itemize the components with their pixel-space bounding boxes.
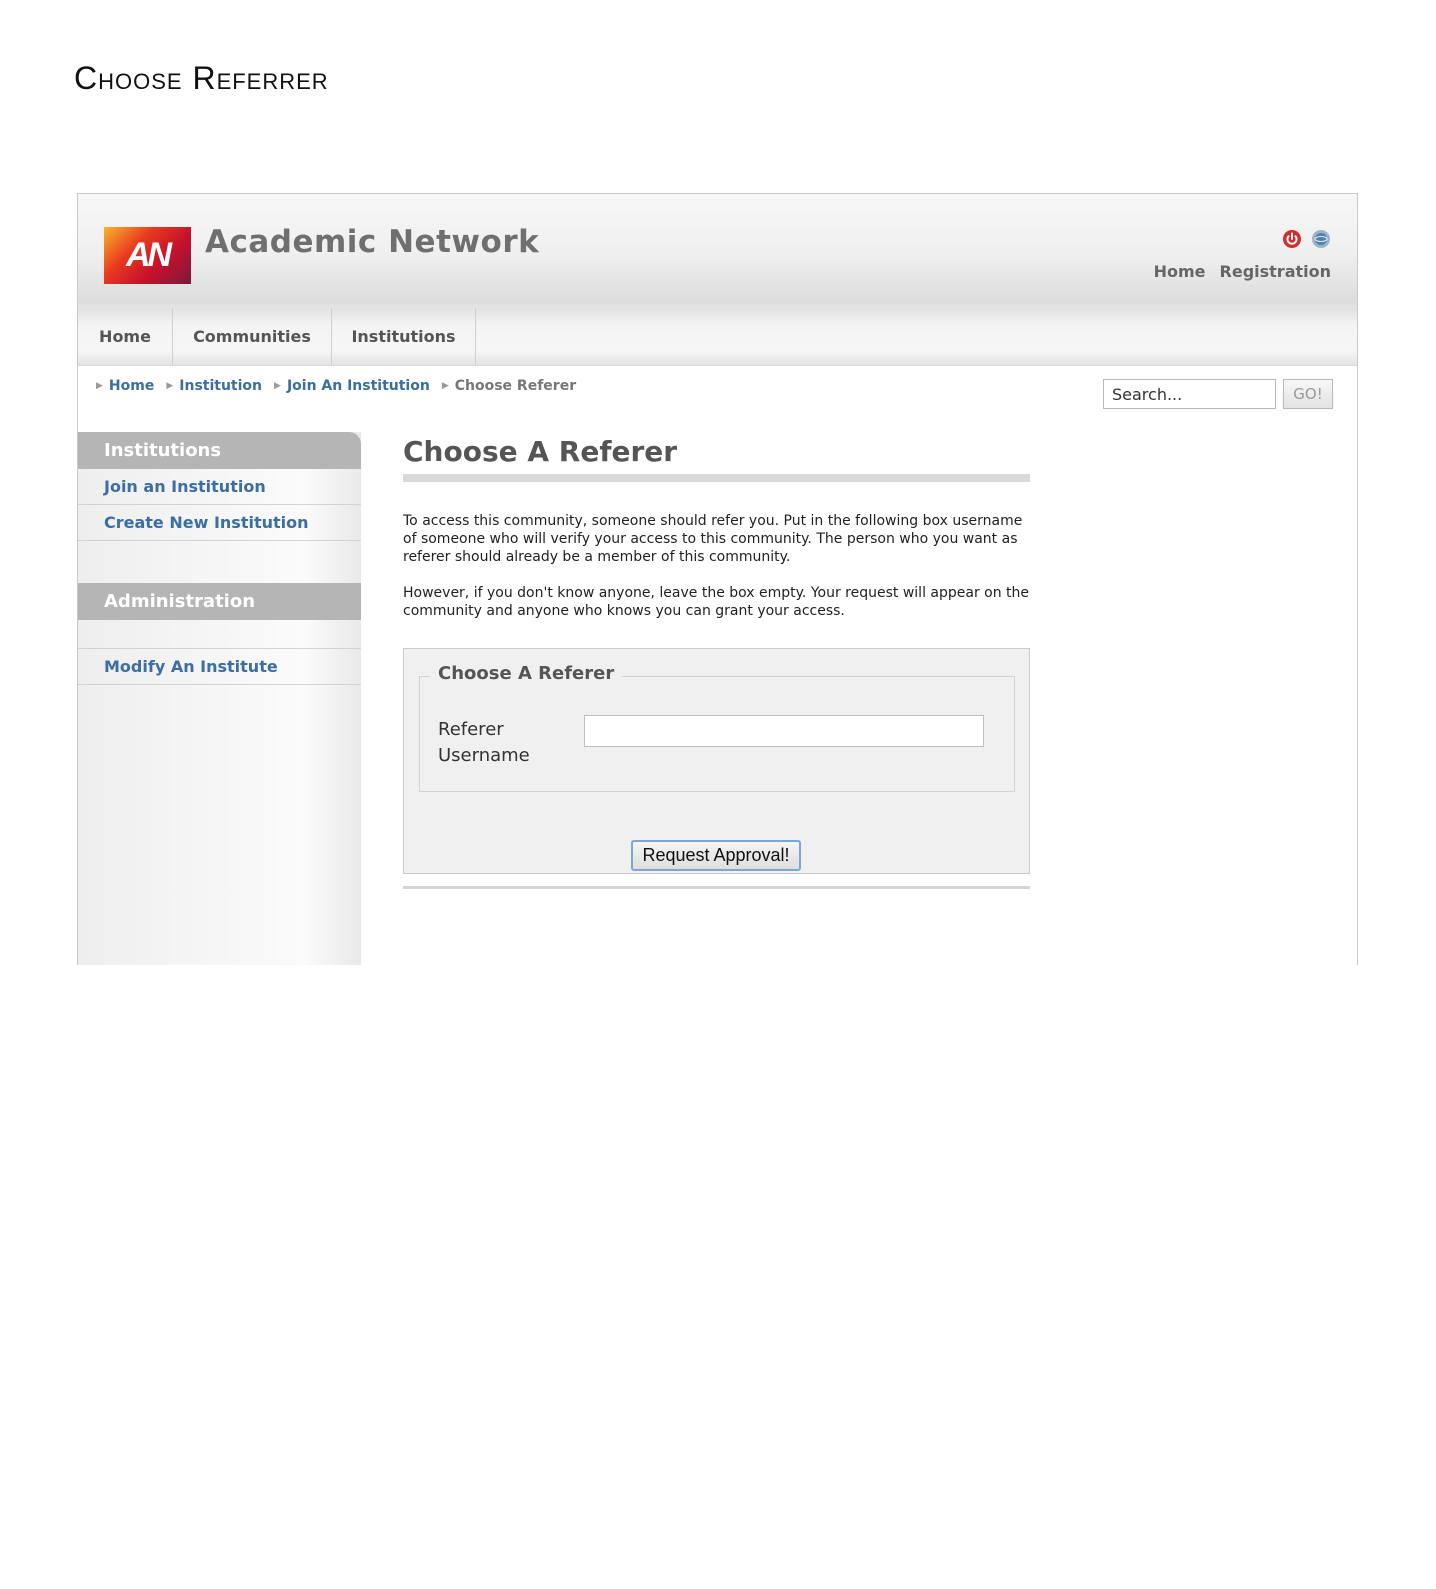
- sidebar-header-institutions: Institutions: [78, 432, 361, 469]
- referer-form: Choose A Referer Referer Username Reques…: [403, 648, 1030, 874]
- fieldset-legend: Choose A Referer: [430, 663, 623, 684]
- sidebar-header-administration: Administration: [78, 583, 361, 620]
- form-bottom-divider: [403, 886, 1030, 889]
- nav-tab-institutions[interactable]: Institutions: [332, 308, 476, 365]
- title-divider: [403, 474, 1030, 482]
- header-icons: [1282, 229, 1331, 249]
- main-nav: Home Communities Institutions: [78, 308, 1357, 366]
- site-header: AN Academic Network Home Registration: [78, 194, 1357, 308]
- logo-text: AN: [125, 236, 172, 274]
- breadcrumb-arrow-icon: ▶: [441, 381, 449, 391]
- sidebar-item-modify-institute[interactable]: Modify An Institute: [78, 649, 361, 685]
- nav-tab-home[interactable]: Home: [78, 308, 173, 365]
- top-link-registration[interactable]: Registration: [1220, 262, 1331, 281]
- document-heading: Choose Referrer: [74, 60, 329, 96]
- referer-username-label: Referer Username: [438, 719, 530, 766]
- request-approval-button[interactable]: Request Approval!: [631, 840, 801, 871]
- breadcrumb-institution[interactable]: Institution: [179, 378, 262, 394]
- page-title: Choose A Referer: [403, 435, 678, 468]
- browser-page: AN Academic Network Home Registration Ho…: [77, 193, 1358, 965]
- search-go-button[interactable]: GO!: [1283, 379, 1333, 409]
- top-links: Home Registration: [1154, 262, 1331, 281]
- referer-username-input[interactable]: [584, 715, 984, 747]
- globe-icon[interactable]: [1311, 229, 1331, 249]
- site-title: Academic Network: [205, 224, 540, 260]
- breadcrumb-join-institution[interactable]: Join An Institution: [287, 378, 430, 394]
- intro-paragraph: To access this community, someone should…: [403, 513, 1023, 565]
- nav-tab-communities[interactable]: Communities: [173, 308, 332, 365]
- breadcrumb-arrow-icon: ▶: [96, 381, 103, 391]
- sidebar: Institutions Join an Institution Create …: [78, 432, 361, 965]
- breadcrumb-home[interactable]: Home: [109, 378, 154, 394]
- breadcrumb-current: Choose Referer: [454, 378, 577, 394]
- top-link-home[interactable]: Home: [1154, 262, 1206, 281]
- logout-icon[interactable]: [1282, 229, 1302, 249]
- main-content: Choose A Referer To access this communit…: [403, 432, 1030, 889]
- sidebar-item-create-institution[interactable]: Create New Institution: [78, 505, 361, 541]
- search-input[interactable]: [1103, 379, 1276, 409]
- breadcrumb-arrow-icon: ▶: [274, 381, 281, 391]
- help-paragraph: However, if you don't know anyone, leave…: [403, 585, 1030, 619]
- sidebar-divider: [78, 620, 361, 649]
- breadcrumb: ▶ Home ▶ Institution ▶ Join An Instituti…: [96, 378, 588, 394]
- breadcrumb-arrow-icon: ▶: [166, 381, 174, 391]
- sidebar-item-join-institution[interactable]: Join an Institution: [78, 469, 361, 505]
- site-logo[interactable]: AN: [104, 227, 191, 284]
- referer-fieldset: Choose A Referer Referer Username: [419, 663, 1015, 792]
